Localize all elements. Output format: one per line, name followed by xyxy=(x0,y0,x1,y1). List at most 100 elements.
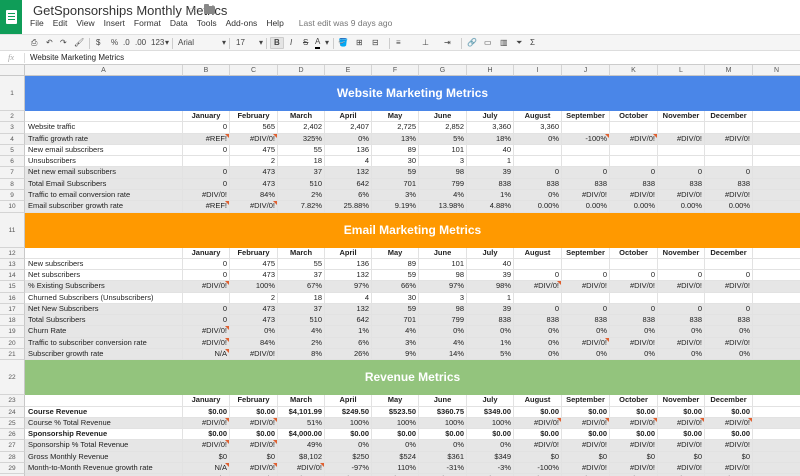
column-header-j[interactable]: J xyxy=(562,65,610,76)
row-header-26[interactable]: 26 xyxy=(0,429,25,441)
value-cell[interactable]: #DIV/0! xyxy=(658,337,705,350)
row-header-3[interactable]: 3 xyxy=(0,122,25,134)
print-icon[interactable]: ⎙ xyxy=(31,37,37,49)
value-cell[interactable]: 838 xyxy=(514,178,562,190)
value-cell[interactable]: 325% xyxy=(278,133,325,145)
value-cell[interactable]: 642 xyxy=(325,178,372,190)
value-cell[interactable] xyxy=(183,156,230,168)
month-header-cell[interactable]: October xyxy=(610,395,658,407)
value-cell[interactable]: 0% xyxy=(610,349,658,361)
value-cell[interactable] xyxy=(753,122,800,134)
value-cell[interactable] xyxy=(753,270,800,282)
filter-icon[interactable]: ⏷ xyxy=(516,37,522,49)
value-cell[interactable]: 0 xyxy=(610,270,658,282)
row-header-7[interactable]: 7 xyxy=(0,167,25,179)
month-header-cell[interactable]: September xyxy=(562,395,610,407)
value-cell[interactable]: 0% xyxy=(705,349,753,361)
value-cell[interactable]: 0 xyxy=(183,303,230,316)
value-cell[interactable]: 101 xyxy=(419,144,467,157)
value-cell[interactable]: 0 xyxy=(705,270,753,282)
value-cell[interactable]: #DIV/0! xyxy=(610,189,658,202)
horizontal-align-icon[interactable]: ≡ xyxy=(396,37,401,49)
value-cell[interactable] xyxy=(753,167,800,179)
value-cell[interactable]: $0.00 xyxy=(705,406,753,418)
italic-button[interactable]: I xyxy=(290,37,292,49)
comment-indicator-icon[interactable] xyxy=(225,201,229,206)
row-header-5[interactable]: 5 xyxy=(0,144,25,157)
value-cell[interactable]: 4.88% xyxy=(467,201,514,213)
row-label-cell[interactable]: Total Email Subscribers xyxy=(25,178,183,190)
value-cell[interactable]: 0% xyxy=(514,326,562,338)
value-cell[interactable]: $0.00 xyxy=(562,429,610,441)
value-cell[interactable] xyxy=(753,190,800,202)
value-cell[interactable]: #DIV/0! xyxy=(658,417,705,430)
value-cell[interactable]: -3% xyxy=(467,463,514,475)
value-cell[interactable]: #DIV/0! xyxy=(230,133,278,145)
value-cell[interactable]: 473 xyxy=(230,270,278,282)
value-cell[interactable] xyxy=(753,463,800,475)
value-cell[interactable]: $4,101.99 xyxy=(278,406,325,418)
row-header-13[interactable]: 13 xyxy=(0,258,25,271)
comment-indicator-icon[interactable] xyxy=(557,417,561,422)
value-cell[interactable]: 55 xyxy=(278,144,325,157)
value-cell[interactable]: 838 xyxy=(467,315,514,327)
value-cell[interactable]: 13.98% xyxy=(419,201,467,213)
insert-chart-icon[interactable]: ▥ xyxy=(500,37,508,49)
value-cell[interactable]: #DIV/0! xyxy=(562,417,610,430)
month-header-cell[interactable]: March xyxy=(278,111,325,123)
comment-indicator-icon[interactable] xyxy=(225,417,229,422)
value-cell[interactable]: $250 xyxy=(325,451,372,463)
month-header-cell[interactable]: June xyxy=(419,395,467,407)
value-cell[interactable]: #DIV/0! xyxy=(610,281,658,293)
month-header-cell[interactable]: August xyxy=(514,395,562,407)
value-cell[interactable]: 3% xyxy=(372,337,419,350)
value-cell[interactable]: 8% xyxy=(278,349,325,361)
value-cell[interactable] xyxy=(753,281,800,293)
value-cell[interactable]: #DIV/0! xyxy=(610,463,658,475)
value-cell[interactable]: 49% xyxy=(278,440,325,452)
insert-link-icon[interactable]: 🔗 xyxy=(467,37,477,49)
value-cell[interactable] xyxy=(562,292,610,304)
value-cell[interactable]: 98 xyxy=(419,270,467,282)
value-cell[interactable]: 97% xyxy=(419,281,467,293)
month-header-cell[interactable]: June xyxy=(419,247,467,259)
value-cell[interactable]: 84% xyxy=(230,337,278,350)
value-cell[interactable]: 0% xyxy=(419,440,467,452)
sheets-logo-icon[interactable] xyxy=(0,0,22,34)
comment-indicator-icon[interactable] xyxy=(605,417,609,422)
value-cell[interactable]: 475 xyxy=(230,144,278,157)
paint-format-icon[interactable]: 🖌 xyxy=(74,37,84,49)
value-cell[interactable]: 18 xyxy=(278,292,325,304)
value-cell[interactable] xyxy=(753,156,800,168)
value-cell[interactable]: 4% xyxy=(419,189,467,202)
row-label-cell[interactable]: Email subscriber growth rate xyxy=(25,201,183,213)
value-cell[interactable]: $0.00 xyxy=(230,406,278,418)
value-cell[interactable]: 39 xyxy=(467,303,514,316)
value-cell[interactable]: 6% xyxy=(325,189,372,202)
month-header-cell[interactable]: December xyxy=(705,111,753,123)
value-cell[interactable]: #DIV/0! xyxy=(183,337,230,350)
value-cell[interactable]: $0.00 xyxy=(658,406,705,418)
value-cell[interactable]: #DIV/0! xyxy=(562,281,610,293)
value-cell[interactable]: 0% xyxy=(562,349,610,361)
month-header-cell[interactable]: July xyxy=(467,247,514,259)
row-label-cell[interactable]: Sponsorship % Total Revenue xyxy=(25,440,183,452)
comment-indicator-icon[interactable] xyxy=(273,201,277,206)
row-header-10[interactable]: 10 xyxy=(0,201,25,213)
value-cell[interactable]: 701 xyxy=(372,315,419,327)
comment-indicator-icon[interactable] xyxy=(557,281,561,286)
value-cell[interactable]: 0 xyxy=(514,270,562,282)
month-header-cell[interactable]: November xyxy=(658,395,705,407)
value-cell[interactable]: 7.82% xyxy=(278,201,325,213)
value-cell[interactable]: #DIV/0! xyxy=(183,326,230,338)
row-label-cell[interactable]: Course % Total Revenue xyxy=(25,417,183,430)
comment-indicator-icon[interactable] xyxy=(320,463,324,467)
value-cell[interactable] xyxy=(562,156,610,168)
value-cell[interactable]: #DIV/0! xyxy=(230,417,278,430)
menu-format[interactable]: Format xyxy=(134,18,161,30)
value-cell[interactable]: $349.00 xyxy=(467,406,514,418)
value-cell[interactable]: #REF! xyxy=(183,133,230,145)
value-cell[interactable]: $0.00 xyxy=(514,429,562,441)
value-cell[interactable]: #DIV/0! xyxy=(230,463,278,475)
section-title-band[interactable]: Revenue Metrics xyxy=(25,360,800,396)
